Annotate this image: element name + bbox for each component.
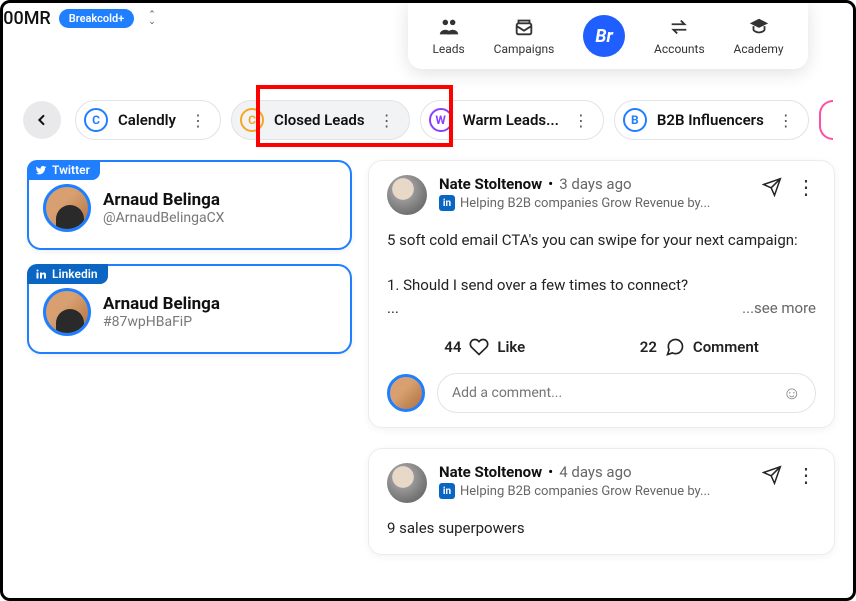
post-time: 3 days ago — [559, 175, 631, 193]
twitter-icon — [35, 164, 47, 176]
nav-academy[interactable]: Academy — [734, 16, 784, 56]
linkedin-badge-icon: in — [439, 483, 455, 499]
plan-badge: Breakcold+ — [59, 9, 134, 28]
see-more-link[interactable]: ...see more — [742, 297, 816, 320]
graduation-cap-icon — [747, 16, 771, 38]
like-label: Like — [497, 338, 525, 356]
lead-avatar — [43, 184, 91, 232]
post-author[interactable]: Nate Stoltenow — [439, 175, 542, 193]
post-avatar[interactable] — [387, 463, 427, 503]
chevron-left-icon — [34, 112, 50, 128]
platform-label: Twitter — [52, 163, 90, 177]
back-button[interactable] — [23, 101, 61, 139]
pill-label: Calendly — [118, 111, 176, 129]
linkedin-icon — [35, 268, 47, 280]
list-pill-calendly[interactable]: C Calendly ⋮ — [75, 100, 221, 140]
comment-input-wrapper[interactable]: ☺ — [437, 373, 816, 413]
pill-letter: W — [429, 108, 453, 132]
post-avatar[interactable] — [387, 175, 427, 215]
lead-handle: @ArnaudBelingaCX — [103, 210, 224, 226]
post-subtitle: Helping B2B companies Grow Revenue by... — [460, 484, 710, 499]
nav-label: Accounts — [654, 42, 705, 56]
lead-card-twitter[interactable]: Twitter Arnaud Belinga @ArnaudBelingaCX — [27, 160, 352, 250]
platform-tag-linkedin: Linkedin — [27, 264, 108, 284]
lead-avatar — [43, 288, 91, 336]
lead-card-linkedin[interactable]: Linkedin Arnaud Belinga #87wpHBaFiP — [27, 264, 352, 354]
post-body-line: 5 soft cold email CTA's you can swipe fo… — [387, 229, 816, 252]
post-ellipsis: ... — [387, 299, 399, 317]
like-button[interactable]: 44 Like — [444, 337, 525, 357]
nav-campaigns[interactable]: Campaigns — [494, 16, 555, 56]
nav-leads[interactable]: Leads — [432, 16, 464, 56]
list-pill-b2b-influencers[interactable]: B B2B Influencers ⋮ — [614, 100, 809, 140]
lead-name: Arnaud Belinga — [103, 294, 220, 314]
lead-handle: #87wpHBaFiP — [103, 314, 220, 330]
post-time: 4 days ago — [559, 463, 631, 481]
nav-accounts[interactable]: Accounts — [654, 16, 705, 56]
workspace-switcher[interactable]: 200MR Breakcold+ ⌃⌄ — [0, 8, 156, 29]
feed-post: Nate Stoltenow • 4 days ago in Helping B… — [368, 448, 835, 555]
heart-icon — [469, 337, 489, 357]
send-icon[interactable] — [762, 177, 782, 197]
comment-avatar — [387, 374, 425, 412]
comment-icon — [665, 337, 685, 357]
main-nav: Leads Campaigns Br Accounts Academy — [408, 1, 808, 69]
post-menu-icon[interactable]: ⋮ — [796, 175, 816, 199]
comment-button[interactable]: 22 Comment — [640, 337, 759, 357]
pill-letter: B — [623, 108, 647, 132]
post-body-line: 9 sales superpowers — [387, 517, 816, 540]
lead-name: Arnaud Belinga — [103, 190, 224, 210]
pill-letter: C — [240, 108, 264, 132]
app-logo[interactable]: Br — [583, 15, 625, 57]
list-tabs-row: C Calendly ⋮ C Closed Leads ⋮ W Warm Lea… — [23, 100, 853, 140]
users-icon — [437, 16, 461, 38]
pill-letter: C — [84, 108, 108, 132]
linkedin-badge-icon: in — [439, 195, 455, 211]
workspace-chevrons-icon[interactable]: ⌃⌄ — [148, 12, 156, 26]
like-count: 44 — [444, 338, 461, 356]
workspace-name: 200MR — [0, 8, 51, 29]
nav-label: Leads — [432, 42, 464, 56]
list-pill-warm-leads[interactable]: W Warm Leads... ⋮ — [420, 100, 604, 140]
nav-label: Academy — [734, 42, 784, 56]
pill-label: B2B Influencers — [657, 111, 764, 129]
comment-input[interactable] — [452, 385, 783, 401]
nav-label: Campaigns — [494, 42, 555, 56]
pill-label: Closed Leads — [274, 111, 365, 129]
post-subtitle: Helping B2B companies Grow Revenue by... — [460, 196, 710, 211]
pill-menu-icon[interactable]: ⋮ — [186, 111, 210, 130]
pill-label: Warm Leads... — [463, 111, 559, 129]
post-author[interactable]: Nate Stoltenow — [439, 463, 542, 481]
emoji-picker-icon[interactable]: ☺ — [783, 383, 801, 404]
pill-menu-icon[interactable]: ⋮ — [375, 111, 399, 130]
swap-icon — [667, 16, 691, 38]
post-menu-icon[interactable]: ⋮ — [796, 463, 816, 487]
feed-post: Nate Stoltenow • 3 days ago in Helping B… — [368, 160, 835, 428]
list-pill-closed-leads[interactable]: C Closed Leads ⋮ — [231, 100, 410, 140]
lead-cards-column: Twitter Arnaud Belinga @ArnaudBelingaCX … — [27, 160, 352, 354]
platform-label: Linkedin — [52, 267, 98, 281]
pill-menu-icon[interactable]: ⋮ — [569, 111, 593, 130]
list-pill-overflow[interactable] — [819, 100, 833, 140]
post-body-line: 1. Should I send over a few times to con… — [387, 274, 816, 297]
platform-tag-twitter: Twitter — [27, 160, 100, 180]
comment-count: 22 — [640, 338, 657, 356]
pill-menu-icon[interactable]: ⋮ — [774, 111, 798, 130]
send-icon[interactable] — [762, 465, 782, 485]
comment-label: Comment — [693, 338, 759, 356]
inbox-icon — [512, 16, 536, 38]
activity-feed: Nate Stoltenow • 3 days ago in Helping B… — [368, 160, 835, 555]
